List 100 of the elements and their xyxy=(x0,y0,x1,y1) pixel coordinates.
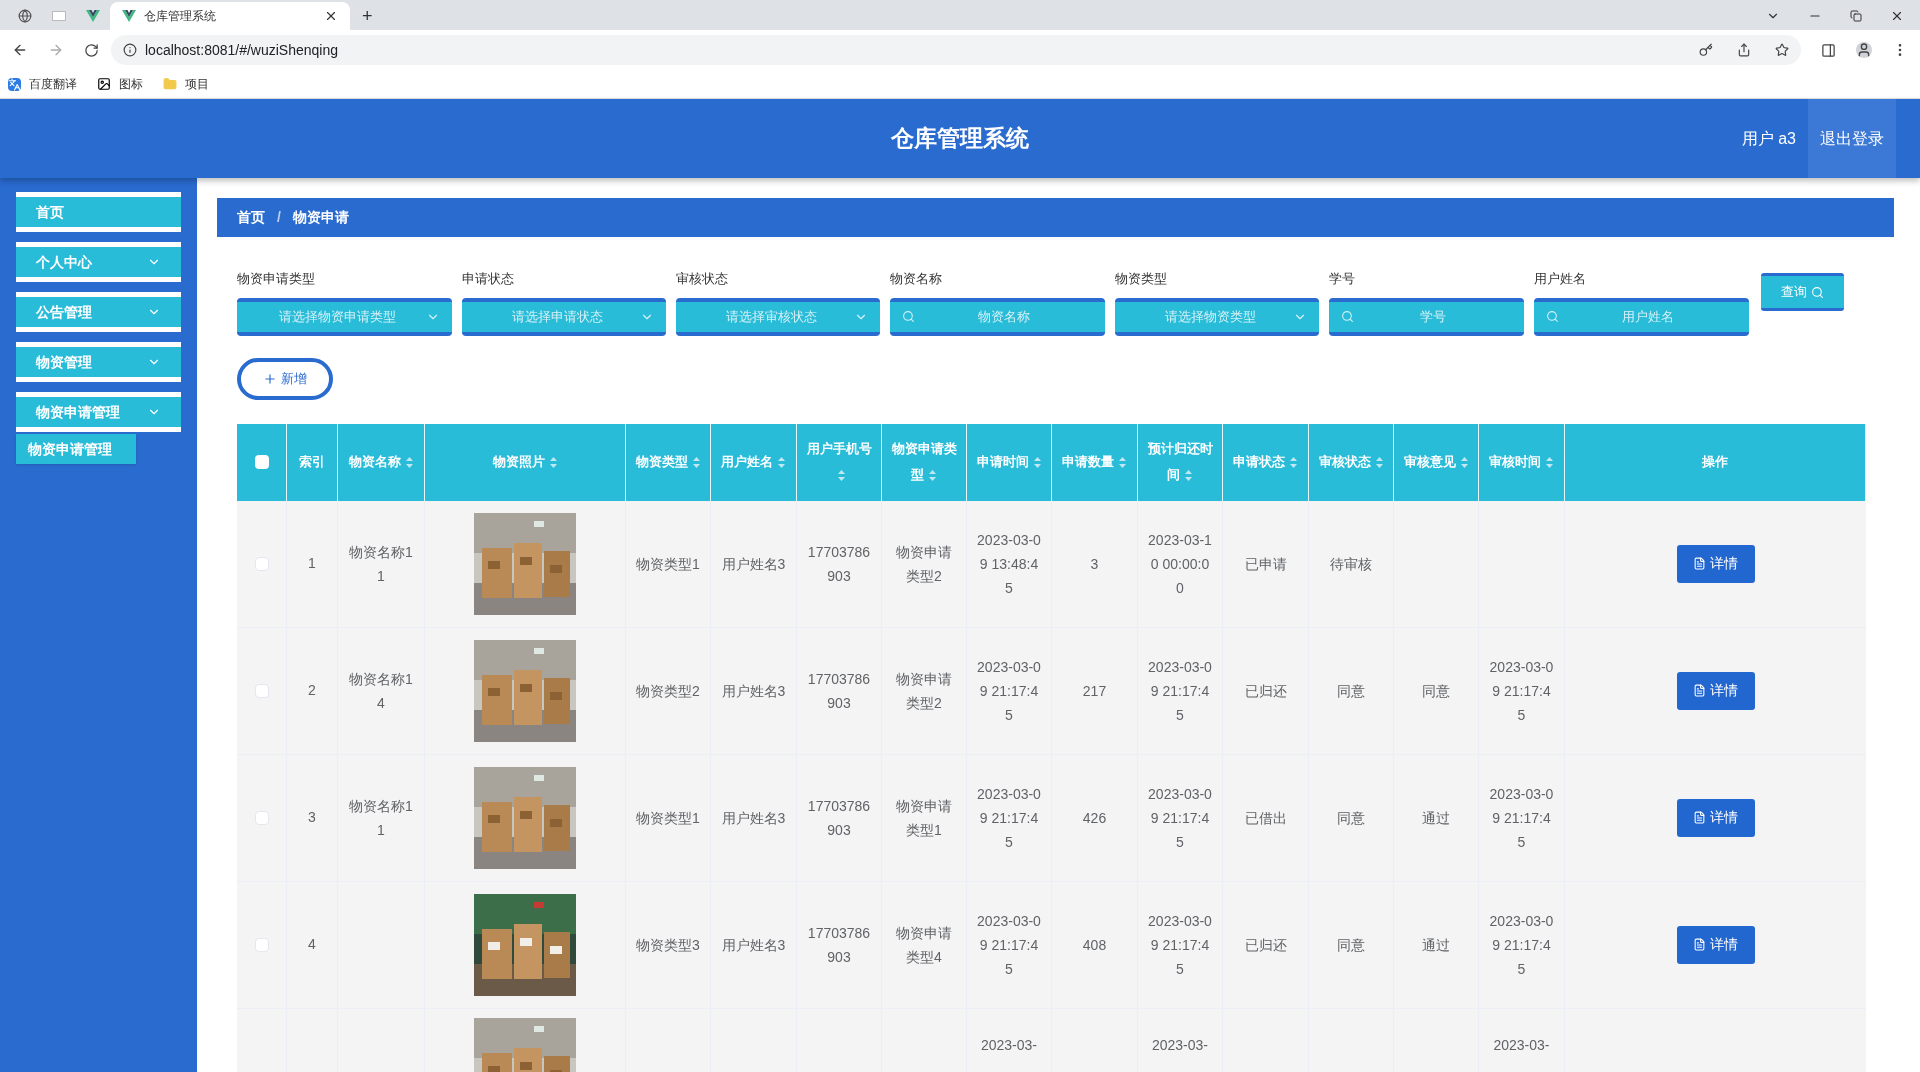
sort-icon[interactable] xyxy=(1289,456,1298,470)
column-header[interactable]: 物资名称 xyxy=(348,449,414,475)
row-checkbox[interactable] xyxy=(254,937,269,952)
row-checkbox[interactable] xyxy=(254,556,269,571)
key-icon[interactable] xyxy=(1699,43,1713,57)
sort-icon[interactable] xyxy=(548,456,558,470)
select-field[interactable]: 请选择物资类型 xyxy=(1115,297,1319,336)
select-all-checkbox[interactable] xyxy=(254,455,269,469)
sidebar-item[interactable]: 公告管理 xyxy=(16,292,181,332)
table-cell-text: 用户姓名3 xyxy=(721,935,786,955)
table-cell-text: 物资申请类型1 xyxy=(895,796,953,840)
sort-icon[interactable] xyxy=(1118,456,1127,470)
bookmark[interactable]: 百度翻译 xyxy=(8,75,77,93)
sidebar-item[interactable]: 物资管理 xyxy=(16,342,181,382)
back-icon[interactable] xyxy=(12,42,28,58)
column-header[interactable]: 用户手机号 xyxy=(805,436,873,488)
sort-icon[interactable] xyxy=(836,469,846,483)
folder-icon xyxy=(163,77,177,91)
select-field[interactable]: 请选择申请状态 xyxy=(462,297,666,336)
query-button[interactable]: 查询 xyxy=(1761,273,1844,311)
close-icon[interactable] xyxy=(1890,9,1904,23)
table-cell-text: 2023-03- xyxy=(1492,1035,1551,1055)
page-icon xyxy=(52,11,66,21)
sidebar-item[interactable]: 物资申请管理 xyxy=(16,392,181,432)
detail-button[interactable]: 详情 xyxy=(1676,671,1755,710)
address-bar[interactable]: localhost:8081/#/wuziShenqing xyxy=(111,35,1801,65)
row-checkbox[interactable] xyxy=(254,810,269,825)
star-icon[interactable] xyxy=(1775,43,1789,57)
profile-icon[interactable] xyxy=(1856,42,1872,58)
table-cell-text: 物资类型1 xyxy=(636,808,700,828)
detail-button[interactable]: 详情 xyxy=(1676,798,1755,837)
column-header[interactable]: 申请数量 xyxy=(1062,449,1127,475)
add-button[interactable]: 新增 xyxy=(237,357,333,400)
logout-button[interactable]: 退出登录 xyxy=(1808,99,1896,178)
select-field[interactable]: 请选择审核状态 xyxy=(676,297,880,336)
column-header[interactable]: 审核意见 xyxy=(1403,449,1469,475)
sidebar-item[interactable]: 个人中心 xyxy=(16,242,181,282)
column-header[interactable]: 申请时间 xyxy=(976,449,1042,475)
row-checkbox[interactable] xyxy=(254,683,269,698)
column-header[interactable]: 物资类型 xyxy=(635,449,701,475)
table-cell-text: 2023-03-09 13:48:45 xyxy=(977,530,1041,598)
table-cell-text: 通过 xyxy=(1421,808,1451,828)
filter-label: 学号 xyxy=(1329,270,1356,288)
detail-button[interactable]: 详情 xyxy=(1676,925,1755,964)
sort-icon[interactable] xyxy=(1032,456,1042,470)
url-text: localhost:8081/#/wuziShenqing xyxy=(145,40,340,60)
user-name: 用户 a3 xyxy=(1741,128,1796,149)
table-cell-text: 同意 xyxy=(1336,935,1366,955)
new-tab-button[interactable]: + xyxy=(350,2,385,30)
search-field[interactable]: 学号 xyxy=(1329,297,1524,336)
sort-icon[interactable] xyxy=(1459,456,1469,470)
bookmark[interactable]: 图标 xyxy=(97,75,143,93)
sort-icon[interactable] xyxy=(1374,456,1384,470)
column-header[interactable]: 索引 xyxy=(299,449,325,475)
table-cell-text: 用户姓名3 xyxy=(721,554,786,574)
sort-icon[interactable] xyxy=(777,456,786,470)
breadcrumb-item[interactable]: 物资申请 xyxy=(292,207,349,228)
sort-icon[interactable] xyxy=(1545,456,1554,470)
plus-icon xyxy=(263,371,277,386)
select-field[interactable]: 请选择物资申请类型 xyxy=(237,297,452,336)
share-icon[interactable] xyxy=(1737,43,1751,57)
browser-tab[interactable]: 仓库管理系统 xyxy=(110,2,350,30)
table-cell-text: 用户姓名3 xyxy=(721,681,786,701)
sort-icon[interactable] xyxy=(1184,469,1193,483)
table-cell-text: 已归还 xyxy=(1243,935,1288,955)
table-cell-text: 2023-03- xyxy=(1150,1035,1209,1055)
column-header[interactable]: 审核时间 xyxy=(1489,449,1554,475)
sort-icon[interactable] xyxy=(404,456,414,470)
search-icon xyxy=(1341,310,1354,323)
bookmark[interactable]: 项目 xyxy=(163,75,209,93)
search-field[interactable]: 用户姓名 xyxy=(1534,297,1749,336)
document-icon xyxy=(1693,811,1706,824)
search-field[interactable]: 物资名称 xyxy=(890,297,1105,336)
table-cell-text: 2023-03- xyxy=(979,1035,1038,1055)
column-header[interactable]: 物资照片 xyxy=(492,449,558,475)
document-icon xyxy=(1693,684,1706,697)
column-header[interactable]: 预计归还时间 xyxy=(1146,436,1214,488)
restore-icon[interactable] xyxy=(1850,10,1862,22)
column-header[interactable]: 用户姓名 xyxy=(721,449,786,475)
breadcrumb-item[interactable]: 首页 xyxy=(237,207,265,228)
close-icon[interactable] xyxy=(324,9,338,23)
reload-icon[interactable] xyxy=(84,42,99,58)
column-header[interactable]: 申请状态 xyxy=(1233,449,1298,475)
sidebar-item[interactable]: 首页 xyxy=(16,192,181,232)
document-icon xyxy=(1693,938,1706,951)
sort-icon[interactable] xyxy=(691,456,701,470)
column-header[interactable]: 物资申请类型 xyxy=(890,436,958,488)
detail-button[interactable]: 详情 xyxy=(1676,544,1755,583)
table-cell-text: 物资申请类型2 xyxy=(895,669,953,713)
side-panel-icon[interactable] xyxy=(1821,42,1836,58)
sort-icon[interactable] xyxy=(928,469,937,483)
table-cell-text: 408 xyxy=(1081,935,1108,955)
forward-icon[interactable] xyxy=(48,42,64,58)
submenu-item[interactable]: 物资申请管理 xyxy=(16,434,136,464)
column-header[interactable]: 操作 xyxy=(1702,449,1728,475)
globe-icon xyxy=(18,9,32,23)
table-cell-text: 物资名称14 xyxy=(348,669,414,713)
column-header[interactable]: 审核状态 xyxy=(1318,449,1384,475)
filter-label: 用户姓名 xyxy=(1534,270,1587,288)
table-cell-text: 2023-03-09 21:17:45 xyxy=(1489,784,1554,852)
